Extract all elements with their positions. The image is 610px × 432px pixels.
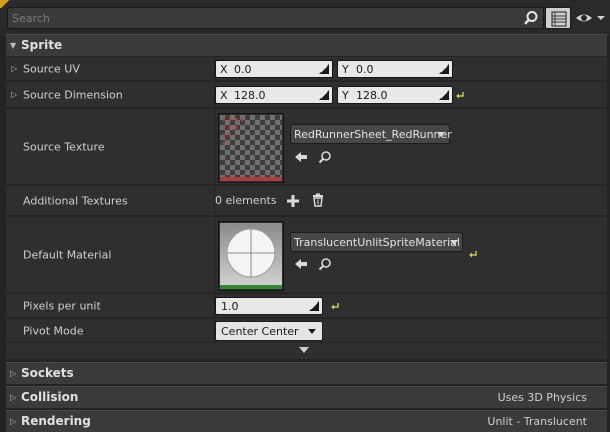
expand-arrow-icon: ▷: [10, 417, 17, 426]
section-summary: Uses 3D Physics: [497, 391, 587, 404]
asset-type-color-bar: [220, 285, 282, 289]
reset-to-default-icon[interactable]: [330, 301, 340, 311]
section-title: Sockets: [21, 366, 74, 380]
field-value: 128.0: [234, 89, 266, 102]
property-row-pivot-mode: Pivot Mode Center Center: [6, 319, 607, 343]
section-sockets-header[interactable]: ▷ Sockets: [6, 362, 607, 384]
axis-label: X: [220, 63, 228, 76]
source-texture-thumbnail[interactable]: [218, 113, 284, 183]
section-sprite-header[interactable]: ▼ Sprite: [6, 34, 607, 56]
property-row-pixels-per-unit: Pixels per unit 1.0: [6, 294, 607, 318]
property-label: Pivot Mode: [23, 324, 84, 337]
dropdown-caret-icon: [437, 132, 445, 137]
property-row-additional-textures: Additional Textures 0 elements: [6, 186, 607, 216]
section-summary: Unlit - Translucent: [487, 415, 587, 428]
drag-handle-icon[interactable]: [309, 301, 319, 311]
search-row: [0, 0, 610, 36]
asset-type-color-bar: [220, 177, 282, 181]
source-texture-asset-picker[interactable]: RedRunnerSheet_RedRunner: [290, 124, 452, 144]
trash-icon[interactable]: [311, 193, 325, 207]
sprite-frames-preview: [223, 118, 243, 145]
section-collision-header[interactable]: ▷ Collision Uses 3D Physics: [6, 386, 607, 408]
field-value: 1.0: [221, 300, 239, 313]
visibility-filter-button[interactable]: [574, 9, 606, 27]
property-row-source-texture: Source Texture RedRunnerSheet_RedRunner: [6, 109, 607, 185]
dropdown-caret-icon: [308, 329, 316, 334]
source-dimension-y-field[interactable]: Y 128.0: [337, 86, 453, 104]
reset-to-default-icon[interactable]: [455, 90, 465, 100]
property-row-default-material: Default Material TranslucentUnlitSpriteM…: [6, 217, 607, 293]
drag-handle-icon[interactable]: [439, 90, 449, 100]
property-row-source-uv: ▷ Source UV X 0.0 Y 0.0: [6, 57, 607, 81]
axis-label: X: [220, 89, 228, 102]
property-label: Source Dimension: [23, 88, 123, 101]
pixels-per-unit-field[interactable]: 1.0: [215, 297, 323, 315]
source-uv-y-field[interactable]: Y 0.0: [337, 60, 453, 78]
source-dimension-x-field[interactable]: X 128.0: [215, 86, 333, 104]
browse-asset-icon[interactable]: [318, 257, 332, 271]
dropdown-caret-icon: [450, 240, 458, 245]
search-input[interactable]: [12, 10, 512, 26]
pivot-mode-dropdown[interactable]: Center Center: [215, 321, 323, 341]
search-box[interactable]: [7, 7, 544, 29]
drag-handle-icon[interactable]: [319, 90, 329, 100]
expand-arrow-icon[interactable]: ▷: [11, 64, 17, 73]
element-count: 0 elements: [215, 194, 277, 207]
expand-arrow-icon[interactable]: ▷: [11, 90, 17, 99]
property-label: Additional Textures: [23, 194, 128, 207]
property-label: Default Material: [23, 248, 112, 261]
drag-handle-icon[interactable]: [319, 64, 329, 74]
expand-arrow-icon: ▷: [10, 393, 17, 402]
section-title: Collision: [21, 390, 79, 404]
asset-name: TranslucentUnlitSpriteMaterial: [294, 236, 460, 249]
expand-arrow-icon: ▷: [10, 369, 17, 378]
use-selected-asset-icon[interactable]: [294, 150, 308, 164]
use-selected-asset-icon[interactable]: [294, 257, 308, 271]
asset-name: RedRunnerSheet_RedRunner: [294, 128, 452, 141]
field-value: 0.0: [356, 63, 374, 76]
column-divider[interactable]: [214, 109, 215, 184]
search-icon[interactable]: [523, 10, 539, 26]
property-label: Pixels per unit: [23, 299, 101, 312]
axis-label: Y: [342, 63, 349, 76]
source-uv-x-field[interactable]: X 0.0: [215, 60, 333, 78]
property-label: Source UV: [23, 62, 80, 75]
browse-asset-icon[interactable]: [318, 150, 332, 164]
section-title: Sprite: [21, 38, 63, 52]
add-element-icon[interactable]: [286, 194, 300, 208]
list-view-icon: [551, 11, 567, 27]
field-value: 128.0: [356, 89, 388, 102]
column-divider[interactable]: [214, 217, 215, 292]
details-panel: ▼ Sprite ▷ Source UV X 0.0 Y 0.0 ▷ Sourc…: [0, 0, 610, 432]
show-advanced-button[interactable]: [6, 343, 607, 359]
property-label: Source Texture: [23, 140, 105, 153]
drag-handle-icon[interactable]: [439, 64, 449, 74]
axis-label: Y: [342, 89, 349, 102]
eye-icon: [576, 14, 605, 22]
view-options-button[interactable]: [545, 7, 571, 29]
selected-value: Center Center: [221, 325, 299, 338]
expand-advanced-icon: [299, 347, 309, 353]
default-material-asset-picker[interactable]: TranslucentUnlitSpriteMaterial: [290, 232, 463, 252]
collapse-arrow-icon: ▼: [10, 41, 17, 50]
reset-to-default-icon[interactable]: [468, 249, 478, 259]
section-rendering-header[interactable]: ▷ Rendering Unlit - Translucent: [6, 410, 607, 432]
section-title: Rendering: [21, 414, 91, 428]
field-value: 0.0: [234, 63, 252, 76]
property-row-source-dimension: ▷ Source Dimension X 128.0 Y 128.0: [6, 82, 607, 108]
default-material-thumbnail[interactable]: [218, 221, 284, 291]
material-sphere-preview: [220, 223, 282, 285]
